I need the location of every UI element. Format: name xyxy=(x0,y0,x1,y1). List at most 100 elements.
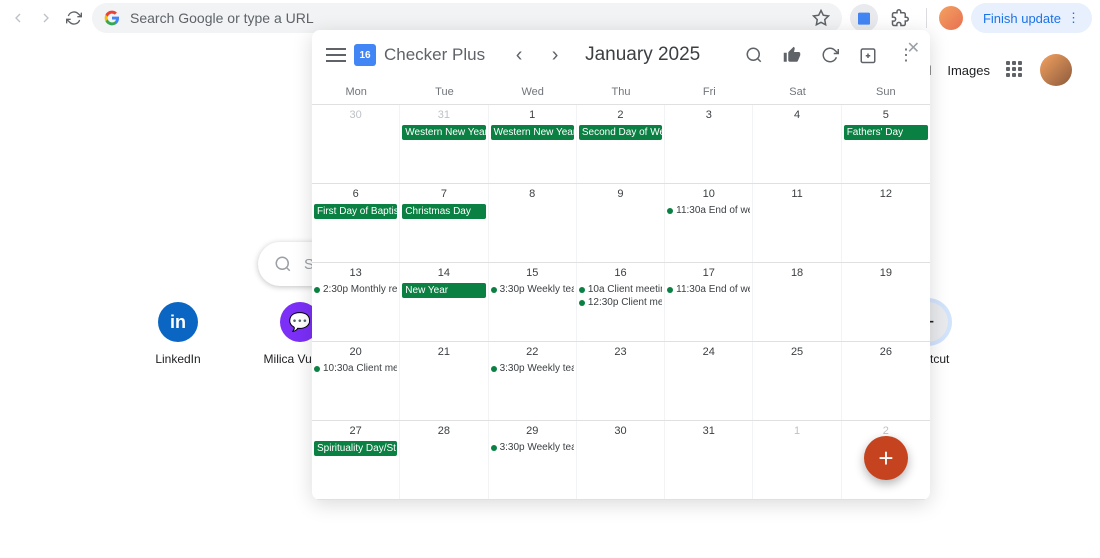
images-link[interactable]: Images xyxy=(947,63,990,78)
day-cell[interactable]: 24 xyxy=(665,342,753,420)
event-item[interactable]: First Day of Baptism xyxy=(314,204,397,219)
omnibox[interactable]: Search Google or type a URL xyxy=(92,3,842,33)
week-row: 27Spirituality Day/St S28293:30p Weekly … xyxy=(312,421,930,500)
day-cell[interactable]: 11 xyxy=(753,184,841,262)
week-row: 2010:30a Client mee21223:30p Weekly tean… xyxy=(312,342,930,421)
prev-month-button[interactable]: ‹ xyxy=(505,41,533,69)
day-number: 31 xyxy=(402,107,485,125)
day-cell[interactable]: 31Western New Year's xyxy=(400,105,488,183)
event-item[interactable]: 11:30a End of wee xyxy=(667,204,750,217)
event-item[interactable]: 3:30p Weekly tean xyxy=(491,362,574,375)
day-cell[interactable]: 26 xyxy=(842,342,930,420)
day-cell[interactable]: 6First Day of Baptism xyxy=(312,184,400,262)
day-number: 23 xyxy=(579,344,662,362)
day-number: 5 xyxy=(844,107,928,125)
day-header: Sat xyxy=(753,80,841,104)
day-cell[interactable]: 8 xyxy=(489,184,577,262)
day-number: 30 xyxy=(314,107,397,125)
thumbs-up-icon[interactable] xyxy=(782,45,802,65)
day-cell[interactable]: 2010:30a Client mee xyxy=(312,342,400,420)
profile-avatar-large[interactable] xyxy=(1040,54,1072,86)
day-cell[interactable]: 1011:30a End of wee xyxy=(665,184,753,262)
day-cell[interactable]: 27Spirituality Day/St S xyxy=(312,421,400,499)
extensions-icon[interactable] xyxy=(886,4,914,32)
forward-button[interactable] xyxy=(36,8,56,28)
event-item[interactable]: Christmas Day xyxy=(402,204,485,219)
day-header: Sun xyxy=(842,80,930,104)
day-cell[interactable]: 1711:30a End of wee xyxy=(665,263,753,341)
event-item[interactable]: Western New Year's xyxy=(402,125,485,140)
day-cell[interactable]: 7Christmas Day xyxy=(400,184,488,262)
event-item[interactable]: 3:30p Weekly tean xyxy=(491,441,574,454)
day-cell[interactable]: 30 xyxy=(577,421,665,499)
event-item[interactable]: 2:30p Monthly rep xyxy=(314,283,397,296)
event-item[interactable]: Second Day of Wes xyxy=(579,125,662,140)
day-cell[interactable]: 19 xyxy=(842,263,930,341)
day-cell[interactable]: 18 xyxy=(753,263,841,341)
day-number: 7 xyxy=(402,186,485,204)
menu-icon[interactable] xyxy=(326,48,346,62)
day-cell[interactable]: 12 xyxy=(842,184,930,262)
extension-calendar-icon[interactable] xyxy=(850,4,878,32)
day-number: 4 xyxy=(755,107,838,125)
event-item[interactable]: 3:30p Weekly tean xyxy=(491,283,574,296)
day-number: 24 xyxy=(667,344,750,362)
day-cell[interactable]: 25 xyxy=(753,342,841,420)
day-cell[interactable]: 293:30p Weekly tean xyxy=(489,421,577,499)
day-number: 8 xyxy=(491,186,574,204)
add-event-fab[interactable]: + xyxy=(864,436,908,480)
event-item[interactable]: Spirituality Day/St S xyxy=(314,441,397,456)
day-cell[interactable]: 1 xyxy=(753,421,841,499)
day-cell[interactable]: 2Second Day of Wes xyxy=(577,105,665,183)
week-row: 3031Western New Year's1Western New Year'… xyxy=(312,105,930,184)
search-icon[interactable] xyxy=(744,45,764,65)
event-item[interactable]: Western New Year's xyxy=(491,125,574,140)
day-cell[interactable]: 153:30p Weekly tean xyxy=(489,263,577,341)
back-button[interactable] xyxy=(8,8,28,28)
day-number: 13 xyxy=(314,265,397,283)
day-cell[interactable]: 31 xyxy=(665,421,753,499)
day-cell[interactable]: 1610a Client meeting12:30p Client mee xyxy=(577,263,665,341)
next-month-button[interactable]: › xyxy=(541,41,569,69)
day-cell[interactable]: 21 xyxy=(400,342,488,420)
event-item[interactable]: 10a Client meeting xyxy=(579,283,662,296)
day-number: 22 xyxy=(491,344,574,362)
day-number: 6 xyxy=(314,186,397,204)
day-cell[interactable]: 223:30p Weekly tean xyxy=(489,342,577,420)
event-item[interactable]: New Year xyxy=(402,283,485,298)
day-header: Thu xyxy=(577,80,665,104)
day-cell[interactable]: 4 xyxy=(753,105,841,183)
event-item[interactable]: 11:30a End of wee xyxy=(667,283,750,296)
day-cell[interactable]: 3 xyxy=(665,105,753,183)
day-cell[interactable]: 30 xyxy=(312,105,400,183)
calendar-grid: 3031Western New Year's1Western New Year'… xyxy=(312,105,930,500)
day-number: 1 xyxy=(491,107,574,125)
reload-button[interactable] xyxy=(64,8,84,28)
search-icon xyxy=(274,255,292,273)
google-apps-icon[interactable] xyxy=(1006,61,1024,79)
separator xyxy=(926,8,927,28)
day-cell[interactable]: 1Western New Year's xyxy=(489,105,577,183)
profile-avatar-small[interactable] xyxy=(939,6,963,30)
shortcut-label: LinkedIn xyxy=(138,352,218,366)
close-icon[interactable]: ✕ xyxy=(907,38,920,58)
shortcut-item[interactable]: inLinkedIn xyxy=(138,302,218,366)
day-cell[interactable]: 23 xyxy=(577,342,665,420)
bookmark-star-icon[interactable] xyxy=(812,9,830,27)
day-number: 27 xyxy=(314,423,397,441)
search-box-partial[interactable]: Se xyxy=(258,242,318,286)
day-headers-row: MonTueWedThuFriSatSun xyxy=(312,80,930,105)
day-cell[interactable]: 28 xyxy=(400,421,488,499)
day-number: 3 xyxy=(667,107,750,125)
day-cell[interactable]: 132:30p Monthly rep xyxy=(312,263,400,341)
event-item[interactable]: 10:30a Client mee xyxy=(314,362,397,375)
day-cell[interactable]: 5Fathers' Day xyxy=(842,105,930,183)
day-number: 14 xyxy=(402,265,485,283)
day-cell[interactable]: 9 xyxy=(577,184,665,262)
event-item[interactable]: Fathers' Day xyxy=(844,125,928,140)
today-icon[interactable] xyxy=(858,45,878,65)
finish-update-button[interactable]: Finish update ⋮ xyxy=(971,3,1092,33)
day-cell[interactable]: 14New Year xyxy=(400,263,488,341)
event-item[interactable]: 12:30p Client mee xyxy=(579,296,662,309)
refresh-icon[interactable] xyxy=(820,45,840,65)
